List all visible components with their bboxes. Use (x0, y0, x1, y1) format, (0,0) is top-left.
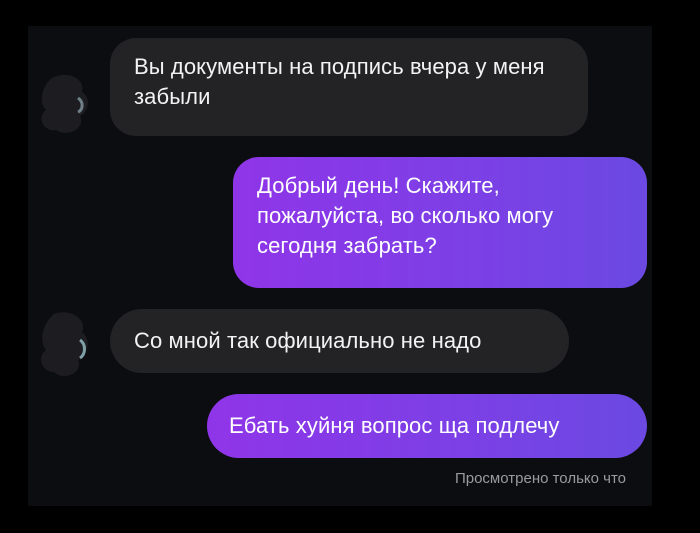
sender-avatar[interactable] (38, 72, 94, 136)
seen-status: Просмотрено только что (454, 470, 626, 487)
message-text: Ебать хуйня вопрос ща подлечу (229, 413, 560, 438)
message-bubble-outgoing[interactable]: Ебать хуйня вопрос ща подлечу (207, 394, 647, 458)
sender-avatar[interactable] (38, 310, 94, 377)
message-bubble-incoming[interactable]: Со мной так официально не надо (110, 309, 569, 373)
message-text: Со мной так официально не надо (134, 328, 482, 353)
message-text: Вы документы на подпись вчера у меня заб… (134, 54, 545, 109)
avatar-icon (41, 74, 88, 133)
message-bubble-outgoing[interactable]: Добрый день! Скажите, пожалуйста, во ско… (233, 157, 647, 288)
message-text: Добрый день! Скажите, пожалуйста, во ско… (257, 173, 554, 258)
avatar-icon (40, 312, 88, 377)
message-bubble-incoming[interactable]: Вы документы на подпись вчера у меня заб… (110, 38, 588, 136)
